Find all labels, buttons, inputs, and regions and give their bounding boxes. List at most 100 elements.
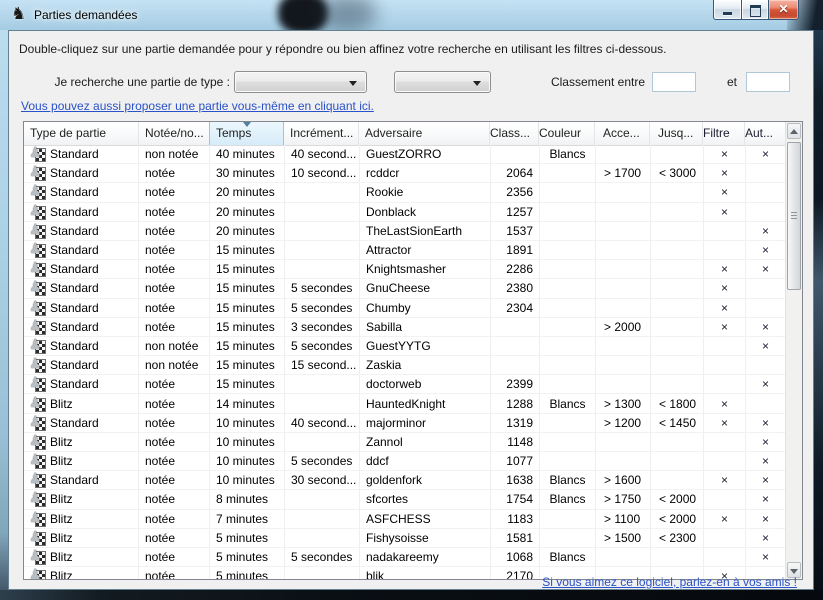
cell-color	[540, 529, 596, 547]
cell-time: 20 minutes	[210, 183, 285, 201]
cell-increment: 5 secondes	[285, 337, 360, 355]
table-row[interactable]: ♟Standardnotée10 minutes30 second...gold…	[24, 471, 785, 490]
cell-rated: notée	[139, 164, 210, 182]
column-header-color[interactable]: Couleur	[539, 122, 595, 145]
table-row[interactable]: ♟Blitznotée14 minutesHauntedKnight1288Bl…	[24, 394, 785, 413]
column-header-time[interactable]: Temps	[209, 122, 284, 145]
scroll-up-button[interactable]	[787, 123, 801, 139]
cell-accept	[596, 241, 651, 259]
cell-rating: 2286	[491, 260, 540, 278]
cell-type: ♟Standard	[24, 164, 139, 182]
game-type-text: Standard	[50, 147, 99, 161]
cell-rating: 2356	[491, 183, 540, 201]
cell-increment	[285, 490, 360, 508]
table-row[interactable]: ♟Standardnotée15 minutesKnightsmasher228…	[24, 260, 785, 279]
game-type-label: Je recherche une partie de type :	[9, 75, 230, 89]
game-type-text: Standard	[50, 301, 99, 315]
game-type-text: Blitz	[50, 435, 73, 449]
scrollbar-thumb[interactable]	[787, 142, 801, 290]
table-row[interactable]: ♟Standardnon notée15 minutes5 secondesGu…	[24, 337, 785, 356]
table-row[interactable]: ♟Standardnotée15 minutesdoctorweb2399×	[24, 375, 785, 394]
cell-rated: notée	[139, 529, 210, 547]
column-header-adversary[interactable]: Adversaire	[359, 122, 490, 145]
table-row[interactable]: ♟Standardnotée30 minutes10 second...rcdd…	[24, 164, 785, 183]
table-row[interactable]: ♟Blitznotée7 minutesASFCHESS1183> 1100< …	[24, 510, 785, 529]
table-row[interactable]: ♟Blitznotée10 minutesZannol1148×	[24, 433, 785, 452]
column-header-auto[interactable]: Aut...	[745, 122, 784, 145]
table-row[interactable]: ♟Blitznotée10 minutes5 secondesddcf1077×	[24, 452, 785, 471]
column-header-type[interactable]: Type de partie	[24, 122, 139, 145]
cell-time: 15 minutes	[210, 375, 285, 393]
cell-auto: ×	[746, 433, 785, 451]
scrollbar-grip-icon	[791, 212, 797, 220]
titlebar[interactable]: ♞ Parties demandées ✕	[0, 0, 823, 30]
close-icon: ✕	[769, 2, 798, 16]
cell-rated: non notée	[139, 356, 210, 374]
column-header-rated[interactable]: Notée/no...	[139, 122, 210, 145]
pawn-checkerboard-icon: ♟	[30, 358, 47, 372]
chevron-down-icon	[473, 81, 481, 86]
cell-type: ♟Standard	[24, 203, 139, 221]
cell-type: ♟Blitz	[24, 452, 139, 470]
cell-adversary: nadakareemy	[360, 548, 491, 566]
game-type-dropdown[interactable]	[234, 71, 367, 93]
table-row[interactable]: ♟Standardnotée15 minutes5 secondesGnuChe…	[24, 279, 785, 298]
cell-type: ♟Standard	[24, 356, 139, 374]
cell-adversary: sfcortes	[360, 490, 491, 508]
cell-type: ♟Standard	[24, 414, 139, 432]
share-with-friends-link[interactable]: Si vous aimez ce logiciel, parlez-en à v…	[542, 575, 797, 589]
cell-increment	[285, 241, 360, 259]
cell-filter: ×	[704, 318, 746, 336]
cell-filter: ×	[704, 164, 746, 182]
cell-color	[540, 433, 596, 451]
table-row[interactable]: ♟Standardnon notée40 minutes40 second...…	[24, 145, 785, 164]
minimize-button[interactable]	[713, 0, 742, 20]
column-header-until[interactable]: Jusq...	[650, 122, 703, 145]
time-dropdown[interactable]	[394, 71, 491, 93]
cell-color: Blancs	[540, 490, 596, 508]
table-row[interactable]: ♟Standardnotée20 minutesTheLastSionEarth…	[24, 222, 785, 241]
column-header-filter[interactable]: Filtre	[703, 122, 745, 145]
cell-rating: 1754	[491, 490, 540, 508]
cell-filter: ×	[704, 279, 746, 297]
dialog-client-area: Double-cliquez sur une partie demandée p…	[8, 30, 814, 590]
table-row[interactable]: ♟Standardnotée10 minutes40 second...majo…	[24, 414, 785, 433]
column-header-rating[interactable]: Class...	[490, 122, 539, 145]
rating-max-input[interactable]	[746, 72, 790, 92]
column-header-increment[interactable]: Incrément...	[284, 122, 359, 145]
table-row[interactable]: ♟Blitznotée8 minutessfcortes1754Blancs> …	[24, 490, 785, 509]
table-row[interactable]: ♟Standardnotée15 minutesAttractor1891×	[24, 241, 785, 260]
table-row[interactable]: ♟Standardnotée15 minutes5 secondesChumby…	[24, 299, 785, 318]
cell-until	[651, 337, 704, 355]
table-row[interactable]: ♟Standardnotée20 minutesDonblack1257×	[24, 203, 785, 222]
cell-increment: 40 second...	[285, 145, 360, 163]
cell-until	[651, 299, 704, 317]
cell-time: 40 minutes	[210, 145, 285, 163]
table-row[interactable]: ♟Standardnon notée15 minutes15 second...…	[24, 356, 785, 375]
rating-min-input[interactable]	[652, 72, 696, 92]
sort-descending-icon	[243, 122, 251, 127]
pawn-checkerboard-icon: ♟	[30, 550, 47, 564]
game-type-text: Standard	[50, 205, 99, 219]
propose-game-link[interactable]: Vous pouvez aussi proposer une partie vo…	[21, 99, 374, 113]
cell-type: ♟Standard	[24, 337, 139, 355]
table-row[interactable]: ♟Standardnotée15 minutes3 secondesSabill…	[24, 318, 785, 337]
table-row[interactable]: ♟Blitznotée5 minutesFishysoisse1581> 150…	[24, 529, 785, 548]
cell-filter: ×	[704, 394, 746, 412]
table-row[interactable]: ♟Blitznotée5 minutes5 secondesnadakareem…	[24, 548, 785, 567]
pawn-checkerboard-icon: ♟	[30, 166, 47, 180]
pawn-checkerboard-icon: ♟	[30, 397, 47, 411]
column-header-accept[interactable]: Acce...	[595, 122, 650, 145]
game-type-text: Standard	[50, 473, 99, 487]
cell-accept: > 1100	[596, 510, 651, 528]
cell-adversary: TheLastSionEarth	[360, 222, 491, 240]
maximize-button[interactable]	[741, 0, 769, 20]
close-button[interactable]: ✕	[768, 0, 799, 20]
cell-filter	[704, 548, 746, 566]
game-type-text: Standard	[50, 320, 99, 334]
table-row[interactable]: ♟Standardnotée20 minutesRookie2356×	[24, 183, 785, 202]
cell-rating: 2064	[491, 164, 540, 182]
cell-auto: ×	[746, 337, 785, 355]
vertical-scrollbar[interactable]	[785, 122, 802, 579]
cell-auto: ×	[746, 510, 785, 528]
